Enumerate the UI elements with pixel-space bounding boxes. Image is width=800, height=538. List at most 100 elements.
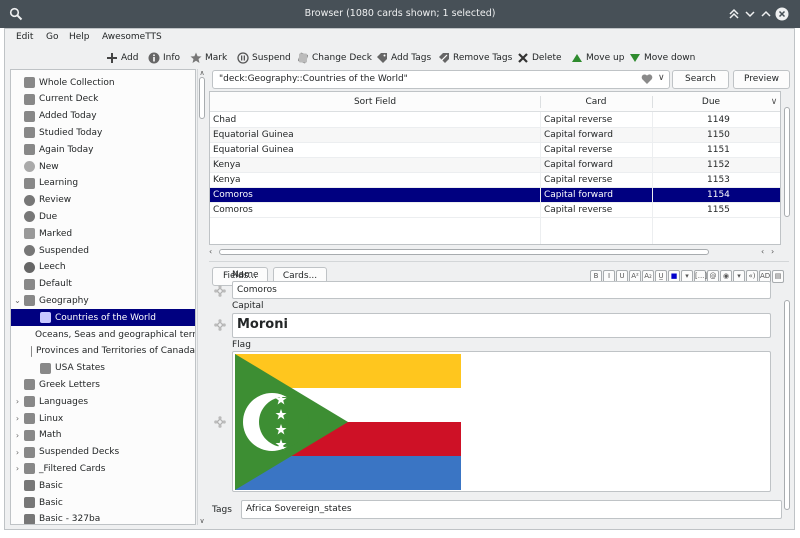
sidebar-item[interactable]: USA States [11,360,195,377]
sidebar-item[interactable]: Default [11,276,195,293]
sidebar-item[interactable]: Marked [11,225,195,242]
expand-arrow-icon[interactable]: › [13,448,22,457]
field-label-capital: Capital [232,301,264,311]
sidebar-scrollbar[interactable]: ∧ ∨ [197,69,205,525]
sidebar-item[interactable]: Current Deck [11,91,195,108]
cell-sort-field: Comoros [213,190,253,200]
sidebar-item[interactable]: Studied Today [11,124,195,141]
sticky-pin-icon[interactable] [213,318,227,332]
scrollbar-thumb[interactable] [784,107,790,217]
scrollbar-thumb[interactable] [199,77,205,119]
field-name-input[interactable]: Comoros [232,281,771,299]
table-row[interactable]: Comoros Capital forward 1154 [210,188,780,203]
sidebar-item[interactable]: › Languages [11,393,195,410]
minimize-icon[interactable] [743,7,757,21]
column-card[interactable]: Card [541,97,651,107]
add-button[interactable]: Add [106,51,138,65]
sticky-pin-icon[interactable] [213,415,227,429]
calendar-icon [24,110,35,122]
preview-button[interactable]: Preview [733,70,790,89]
scroll-right-arrow[interactable]: › [771,247,774,256]
maximize-icon[interactable] [759,7,773,21]
sidebar-item[interactable]: Countries of the World [11,309,195,327]
cell-due: 1154 [707,190,730,200]
remove-tags-button[interactable]: Remove Tags [438,51,512,65]
search-button[interactable]: Search [672,70,729,89]
sidebar-item[interactable]: › Math [11,427,195,444]
close-icon[interactable] [775,7,789,21]
keep-above-icon[interactable] [727,7,741,21]
mark-button[interactable]: Mark [190,51,227,65]
field-capital-input[interactable]: Moroni [232,313,771,338]
sidebar-item[interactable]: Greek Letters [11,376,195,393]
search-input[interactable]: "deck:Geography::Countries of the World" [212,70,670,89]
sidebar-item[interactable]: › Linux [11,410,195,427]
splitter-handle[interactable] [209,261,789,262]
expand-arrow-icon[interactable]: › [13,414,22,423]
column-due[interactable]: Due [653,97,769,107]
editor-scrollbar[interactable] [782,292,792,524]
field-flag-input[interactable] [232,351,771,492]
deck-icon [40,362,51,374]
table-vertical-scrollbar[interactable] [782,91,792,245]
heart-icon[interactable] [641,73,653,85]
sidebar-item[interactable]: Leech [11,259,195,276]
sidebar-item[interactable]: Basic [11,494,195,511]
cell-sort-field: Equatorial Guinea [213,145,294,155]
table-row[interactable]: Comoros Capital reverse 1155 [210,203,780,218]
expand-arrow-icon[interactable]: › [13,431,22,440]
delete-button[interactable]: Delete [517,51,562,65]
move-up-button[interactable]: Move up [571,51,624,65]
scroll-left-arrow[interactable]: ‹ [761,247,764,256]
menu-edit[interactable]: Edit [16,32,33,42]
move-down-button[interactable]: Move down [629,51,695,65]
sidebar-item[interactable]: Again Today [11,141,195,158]
scroll-down-arrow[interactable]: ∨ [198,517,206,525]
table-row[interactable]: Kenya Capital forward 1152 [210,158,780,173]
table-row[interactable]: Chad Capital reverse 1149 [210,113,780,128]
table-row[interactable]: Equatorial Guinea Capital forward 1150 [210,128,780,143]
sidebar-item[interactable]: Suspended [11,242,195,259]
tags-input[interactable]: Africa Sovereign_states [241,500,782,519]
sidebar-item[interactable]: Provinces and Territories of Canada [11,343,195,360]
table-row[interactable]: Equatorial Guinea Capital reverse 1151 [210,143,780,158]
sticky-pin-icon[interactable] [213,284,227,298]
sidebar-item[interactable]: Basic [11,477,195,494]
add-tags-button[interactable]: Add Tags [376,51,431,65]
sidebar-item[interactable]: Due [11,208,195,225]
table-row[interactable]: Kenya Capital reverse 1153 [210,173,780,188]
change-deck-button[interactable]: Change Deck [297,51,372,65]
sidebar-item[interactable]: Whole Collection [11,74,195,91]
sidebar-item-label: Provinces and Territories of Canada [36,346,195,357]
cell-due: 1153 [707,175,730,185]
menu-help[interactable]: Help [69,32,90,42]
sidebar-item[interactable]: Oceans, Seas and geographical terri... [11,326,195,343]
column-sort-field[interactable]: Sort Field [210,97,540,107]
comoros-flag-image [235,354,461,490]
sidebar-item[interactable]: New [11,158,195,175]
sidebar-item[interactable]: › Suspended Decks [11,444,195,461]
search-history-dropdown[interactable]: ∨ [658,73,665,83]
suspend-button[interactable]: Suspend [237,51,291,65]
scrollbar-thumb[interactable] [784,300,790,510]
scroll-left-arrow[interactable]: ‹ [209,247,212,256]
expand-arrow-icon[interactable]: ⌄ [13,296,22,305]
sidebar-item[interactable]: Basic - 327ba [11,511,195,524]
column-menu-chevron-icon[interactable]: ∨ [769,97,779,107]
sidebar-item[interactable]: ⌄ Geography [11,292,195,309]
scrollbar-thumb[interactable] [219,249,709,255]
cell-sort-field: Kenya [213,160,241,170]
sidebar-item[interactable]: Learning [11,175,195,192]
menu-go[interactable]: Go [46,32,58,42]
format-button[interactable]: ▤ [772,270,784,283]
sidebar-item[interactable]: Added Today [11,108,195,125]
expand-arrow-icon[interactable]: › [13,464,22,473]
info-button[interactable]: Info [148,51,180,65]
table-horizontal-scrollbar[interactable]: ‹ ‹ › [209,247,781,257]
menu-awesometts[interactable]: AwesomeTTS [102,32,162,42]
sidebar-item[interactable]: Review [11,192,195,209]
expand-arrow-icon[interactable]: › [13,397,22,406]
sidebar-item[interactable]: › _Filtered Cards [11,460,195,477]
scroll-up-arrow[interactable]: ∧ [198,69,206,77]
